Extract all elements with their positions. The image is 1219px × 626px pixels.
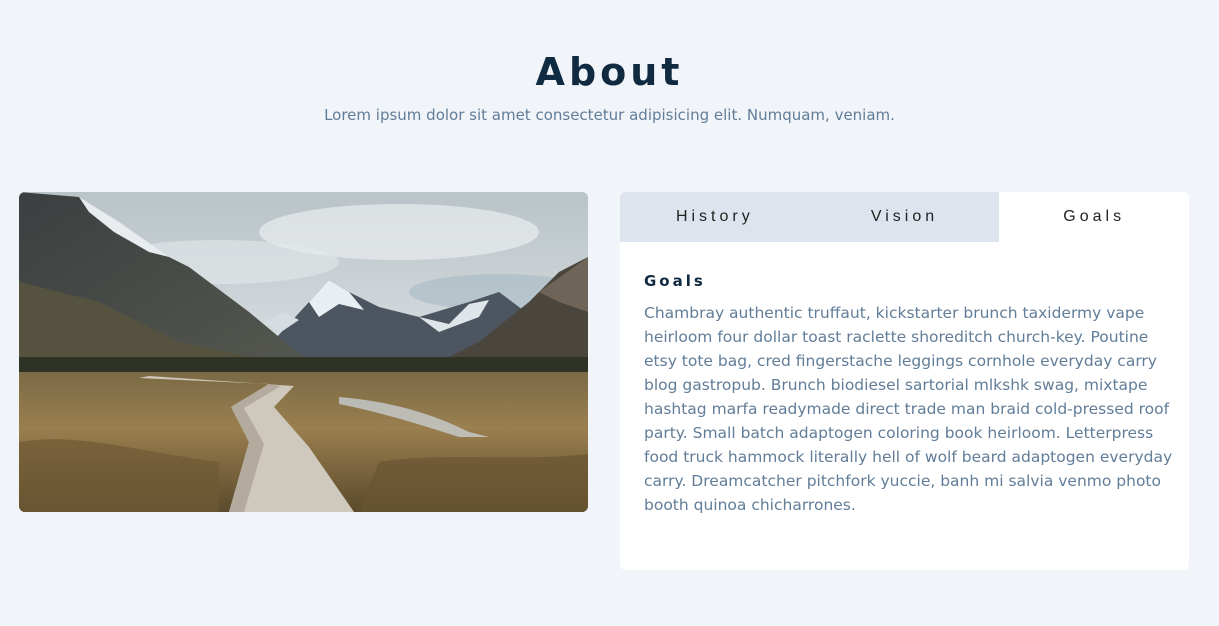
tab-history[interactable]: History: [620, 192, 810, 242]
content-body: Chambray authentic truffaut, kickstarter…: [644, 304, 1173, 514]
mountain-landscape-illustration: [19, 192, 588, 512]
tab-goals[interactable]: Goals: [999, 192, 1189, 242]
tab-vision[interactable]: Vision: [809, 192, 1000, 242]
page-subtitle: Lorem ipsum dolor sit amet consectetur a…: [324, 106, 895, 124]
page-title: About: [535, 50, 684, 94]
tab-bar: History Vision Goals: [620, 192, 1189, 242]
tab-content: Goals Chambray authentic truffaut, kicks…: [620, 242, 1189, 517]
section-title: About Lorem ipsum dolor sit amet consect…: [0, 48, 1219, 124]
mountain-landscape-image: [19, 192, 588, 512]
about-card: History Vision Goals Goals Chambray auth…: [620, 192, 1189, 570]
content-heading: Goals: [644, 272, 706, 290]
